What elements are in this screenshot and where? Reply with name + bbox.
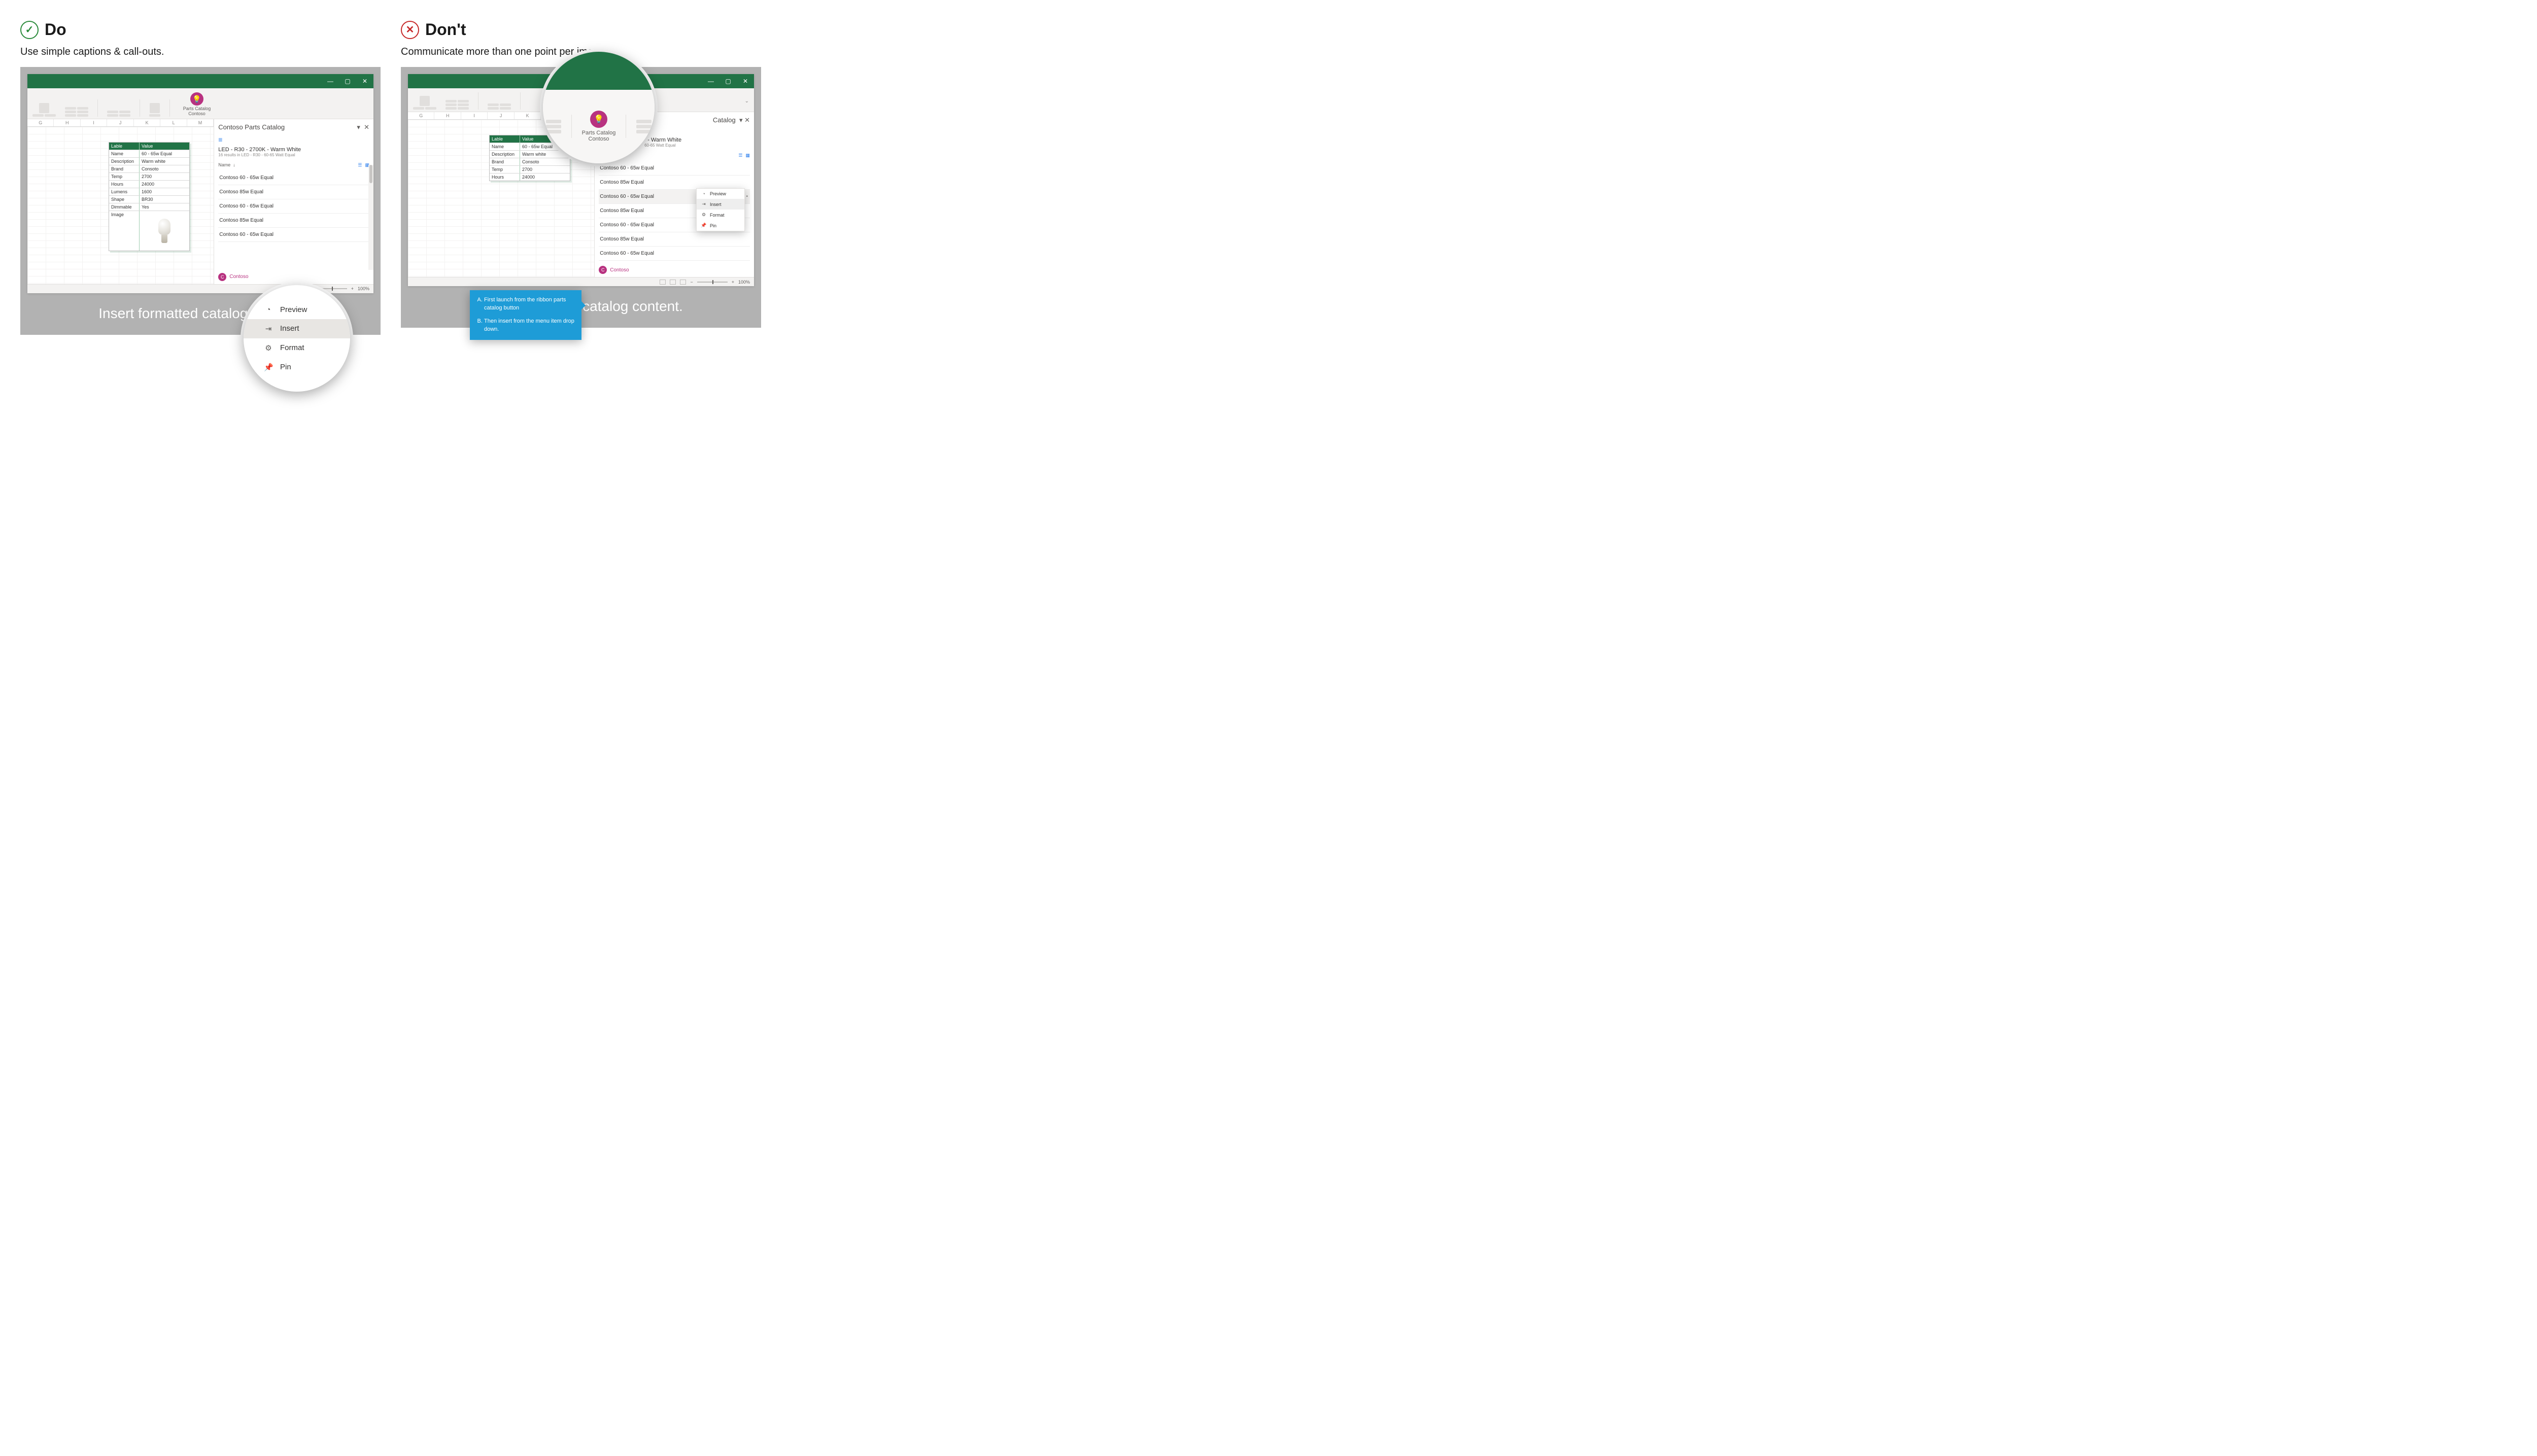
menu-insert[interactable]: Insert <box>280 324 299 333</box>
maximize-icon[interactable]: ▢ <box>719 74 737 88</box>
list-item[interactable]: Contoso 85w Equal <box>599 176 750 190</box>
lightbulb-icon: 💡 <box>590 111 607 128</box>
grid-view-icon[interactable]: ▦ <box>745 153 750 158</box>
list-view-icon[interactable]: ☰ <box>358 162 362 168</box>
list-item[interactable]: Contoso 60 - 65w Equal <box>599 247 750 261</box>
close-icon[interactable]: ✕ <box>356 74 373 88</box>
minimize-icon[interactable]: — <box>702 74 719 88</box>
scrollbar[interactable] <box>368 165 373 270</box>
list-item[interactable]: Contoso 85w Equal <box>218 214 369 228</box>
maximize-icon[interactable]: ▢ <box>339 74 356 88</box>
ribbon-chevron-icon[interactable]: ⌄ <box>745 98 749 104</box>
do-ribbon: 💡 Parts CatalogContoso <box>27 88 373 119</box>
menu-pin[interactable]: 📌Pin <box>697 220 744 231</box>
list-item[interactable]: Contoso 85w Equal <box>218 185 369 199</box>
avatar: C <box>218 273 226 281</box>
pin-icon: 📌 <box>701 223 707 228</box>
do-excel-window: — ▢ ✕ 💡 Parts CatalogContoso <box>27 74 373 293</box>
inserted-table: LableValue Name60 - 65w Equal Descriptio… <box>109 142 190 251</box>
pin-icon: 📌 <box>264 363 273 372</box>
do-titlebar: — ▢ ✕ <box>27 74 373 88</box>
close-icon[interactable]: ✕ <box>737 74 754 88</box>
do-check-icon: ✓ <box>20 21 39 39</box>
bulb-image-icon <box>157 219 172 243</box>
zoom-out-icon[interactable]: − <box>690 280 693 285</box>
format-icon: ⚙ <box>264 343 273 353</box>
dont-lens-ribbon: 💡 Parts CatalogContoso <box>543 52 655 163</box>
insert-icon: ⇥ <box>264 324 273 333</box>
list-item[interactable]: Contoso 60 - 65w Equal <box>218 228 369 242</box>
hamburger-icon[interactable]: ≡ <box>218 135 369 144</box>
pane-result-count: 16 results in LED - R30 - 60-65 Watt Equ… <box>218 153 369 157</box>
preview-icon: ◔ <box>264 305 273 314</box>
view-normal-icon[interactable] <box>660 280 666 285</box>
view-layout-icon[interactable] <box>670 280 676 285</box>
list-item[interactable]: Contoso 60 - 65w Equal <box>599 161 750 176</box>
lightbulb-icon: 💡 <box>190 92 203 106</box>
do-lens-context-menu: ◔ Preview ⇥ Insert ⚙ Format 📌 Pin <box>244 285 350 392</box>
do-heading: Do <box>45 20 66 39</box>
menu-preview[interactable]: ◔Preview <box>697 189 744 199</box>
zoom-in-icon[interactable]: + <box>351 286 354 291</box>
preview-icon: ◔ <box>701 191 707 196</box>
callout-step-a: First launch from the ribbon parts catal… <box>484 296 574 313</box>
callout-step-b: Then insert from the menu item drop down… <box>484 318 574 334</box>
zoom-in-icon[interactable]: + <box>732 280 734 285</box>
pane-subtitle: LED - R30 - 2700K - Warm White <box>218 147 369 153</box>
dont-column: ✕ Don't Communicate more than one point … <box>401 20 761 335</box>
menu-format[interactable]: ⚙Format <box>697 210 744 220</box>
ribbon-parts-catalog-button[interactable]: 💡 Parts CatalogContoso <box>582 111 616 142</box>
dont-heading: Don't <box>425 20 466 39</box>
list-view-icon[interactable]: ☰ <box>738 153 742 158</box>
dont-context-menu: ◔Preview ⇥Insert ⚙Format 📌Pin <box>696 188 745 231</box>
footer-vendor: Contoso <box>610 267 629 273</box>
status-bar: − + 100% <box>408 277 754 286</box>
menu-pin[interactable]: Pin <box>280 363 291 371</box>
ribbon-parts-catalog-button[interactable]: 💡 Parts CatalogContoso <box>179 92 215 117</box>
dont-frame: — ▢ ✕ ⌄ GH IJ <box>401 67 761 328</box>
pane-title: Contoso Parts Catalog <box>218 123 285 131</box>
minimize-icon[interactable]: — <box>322 74 339 88</box>
list-item[interactable]: Contoso 60 - 65w Equal <box>218 199 369 214</box>
do-frame: — ▢ ✕ 💡 Parts CatalogContoso <box>20 67 381 335</box>
pane-dropdown-icon[interactable]: ▾ <box>739 116 743 124</box>
footer-vendor: Contoso <box>229 274 248 280</box>
zoom-level: 100% <box>738 280 750 285</box>
menu-format[interactable]: Format <box>280 343 304 352</box>
view-pagebreak-icon[interactable] <box>680 280 686 285</box>
zoom-slider[interactable] <box>317 288 347 289</box>
pane-close-icon[interactable]: ✕ <box>744 116 750 124</box>
pane-dropdown-icon[interactable]: ▾ <box>357 123 360 131</box>
avatar: C <box>599 266 607 274</box>
zoom-slider[interactable] <box>697 282 728 283</box>
pane-close-icon[interactable]: ✕ <box>364 123 369 131</box>
dont-cross-icon: ✕ <box>401 21 419 39</box>
do-task-pane: Contoso Parts Catalog ▾ ✕ ≡ LED - R30 - … <box>214 119 373 284</box>
do-column: ✓ Do Use simple captions & call-outs. — … <box>20 20 381 335</box>
format-icon: ⚙ <box>701 212 707 218</box>
menu-preview[interactable]: Preview <box>280 305 307 314</box>
insert-icon: ⇥ <box>701 201 707 207</box>
do-spreadsheet-grid[interactable]: GH IJ KL M LableValue Name60 - 65w Equal… <box>27 119 214 284</box>
dont-callout: First launch from the ribbon parts catal… <box>470 290 581 340</box>
menu-insert[interactable]: ⇥Insert <box>697 199 744 210</box>
list-item[interactable]: Contoso 60 - 65w Equal <box>218 171 369 185</box>
zoom-level: 100% <box>358 286 369 291</box>
do-subtitle: Use simple captions & call-outs. <box>20 46 381 58</box>
list-item[interactable]: Contoso 85w Equal <box>599 232 750 247</box>
